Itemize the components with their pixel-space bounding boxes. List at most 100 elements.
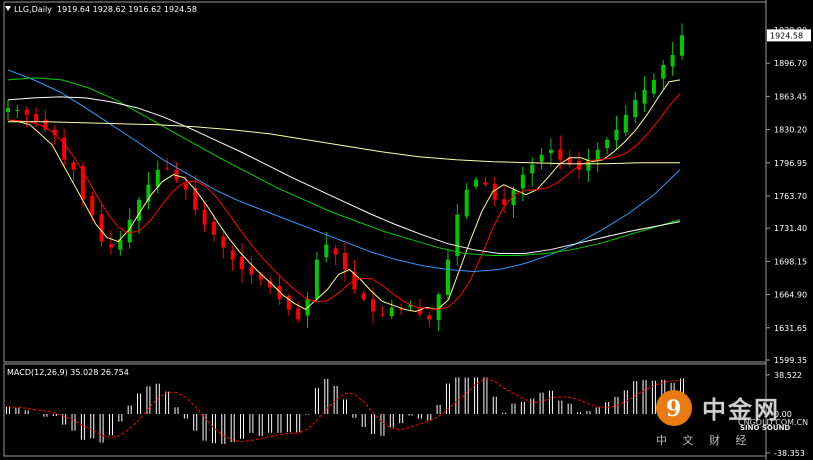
candle-body — [108, 244, 113, 248]
candle-body — [455, 214, 460, 257]
candle — [520, 166, 525, 202]
candle-body — [427, 315, 432, 320]
candle-body — [474, 179, 479, 187]
candle — [436, 292, 441, 332]
candle — [6, 99, 10, 121]
candle-body — [24, 109, 29, 115]
candle — [343, 243, 347, 282]
candle-body — [548, 149, 553, 154]
candle — [71, 159, 76, 183]
candle — [511, 186, 516, 219]
candle — [586, 148, 591, 182]
candle — [380, 306, 385, 318]
candle-body — [202, 210, 207, 225]
candle — [427, 311, 432, 328]
candle — [286, 293, 291, 316]
candle — [661, 60, 666, 90]
candle-body — [249, 266, 254, 275]
candle-body — [211, 221, 216, 235]
candle-body — [483, 182, 488, 185]
candle-body — [670, 54, 675, 67]
candle — [483, 176, 488, 188]
candle — [165, 157, 170, 172]
price-tick-label: 1698.15 — [774, 257, 807, 266]
candle-body — [651, 79, 656, 94]
candle — [623, 104, 628, 137]
candle-body — [595, 149, 600, 160]
cngold-logo: 9 — [656, 390, 692, 426]
candle-body — [623, 114, 628, 133]
candle — [174, 162, 179, 183]
candle — [530, 157, 535, 187]
candle-body — [464, 189, 469, 217]
candle — [146, 172, 151, 210]
candle-body — [614, 129, 619, 141]
candle — [389, 299, 394, 319]
candle-body — [502, 199, 507, 205]
candle-body — [633, 99, 638, 118]
candle-body — [230, 250, 235, 260]
price-tick-label: 1863.45 — [774, 92, 807, 101]
candle-body — [371, 299, 376, 312]
candle-body — [165, 167, 170, 169]
candle — [642, 76, 647, 112]
price-tick-label: 1896.70 — [774, 59, 807, 68]
candle-body — [380, 314, 385, 316]
candle-body — [558, 149, 563, 160]
candle — [305, 292, 310, 328]
chart-header: LLG,Daily 1919.64 1928.62 1916.62 1924.5… — [5, 5, 197, 14]
candle — [548, 138, 553, 167]
dropdown-triangle-icon[interactable] — [5, 6, 11, 11]
candle — [108, 230, 113, 255]
candle-body — [520, 174, 525, 189]
chart-window: { "header": {"symbol": "LLG,Daily", "ohl… — [0, 0, 813, 460]
candle — [614, 115, 619, 150]
candle-body — [445, 259, 450, 295]
ohlc-readout: 1919.64 1928.62 1916.62 1924.58 — [57, 5, 197, 14]
candle — [333, 244, 338, 266]
candle — [99, 204, 104, 247]
candle — [408, 300, 413, 312]
current-price-label: 1924.58 — [770, 31, 803, 40]
candle-body — [296, 308, 301, 320]
candle — [249, 255, 254, 285]
candle-body — [314, 259, 319, 299]
candle-body — [34, 114, 39, 122]
macd-header: MACD(12,26,9) 35.028 26.754 — [7, 368, 129, 377]
watermark-tagline: 中 文 财 经 — [656, 434, 753, 447]
candle-body — [183, 183, 188, 190]
candle-body — [240, 256, 245, 270]
candle-body — [15, 109, 20, 111]
candle-body — [333, 248, 338, 255]
macd-tick-label: 38.522 — [774, 371, 802, 380]
candle-body — [71, 162, 76, 170]
candle — [202, 202, 207, 232]
candle — [118, 231, 123, 256]
candle-body — [99, 214, 104, 242]
candle-body — [137, 199, 142, 221]
candle — [455, 204, 460, 266]
candle — [680, 23, 684, 60]
candle — [670, 42, 675, 76]
candle-body — [605, 139, 610, 148]
candle-body — [343, 252, 347, 270]
candle-body — [539, 154, 544, 162]
candle — [445, 248, 450, 301]
candle — [324, 231, 329, 263]
candle — [62, 128, 67, 168]
price-pane-frame — [3, 1, 767, 363]
candle-body — [680, 35, 684, 56]
price-tick-label: 1830.20 — [774, 126, 807, 135]
candle — [464, 183, 469, 220]
candle — [230, 245, 235, 271]
candle — [15, 104, 20, 119]
candle-body — [530, 164, 535, 174]
candle — [352, 259, 357, 294]
candle — [595, 142, 600, 173]
price-tick-label: 1664.90 — [774, 291, 807, 300]
price-tick-label: 1631.65 — [774, 324, 807, 333]
watermark: 9 中金网 CNGOLD.COM.CN SINO SOUND 中 文 财 经 — [652, 386, 812, 458]
candle-body — [62, 137, 67, 160]
watermark-partner: SINO SOUND — [740, 424, 791, 432]
price-tick-label: 1796.95 — [774, 159, 807, 168]
